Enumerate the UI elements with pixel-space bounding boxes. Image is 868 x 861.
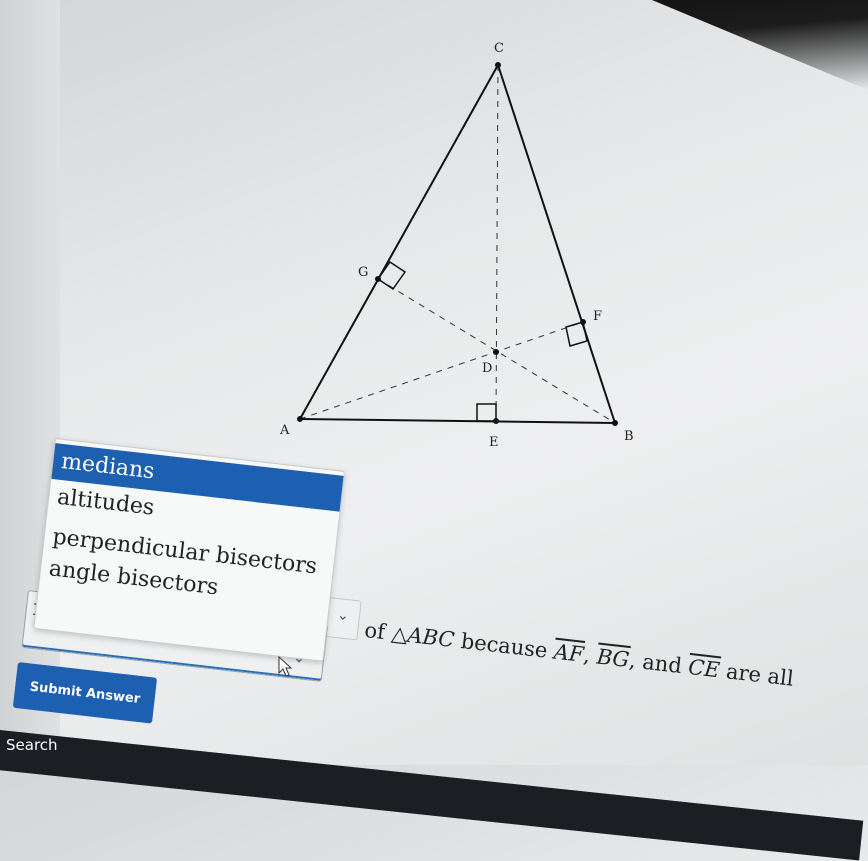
point-b [612, 420, 618, 426]
mouse-cursor-icon [278, 656, 293, 677]
point-c [495, 62, 501, 68]
point-e [493, 418, 499, 424]
label-d: D [482, 361, 492, 376]
taskbar-search[interactable]: Search [6, 736, 58, 754]
label-g: G [358, 265, 368, 280]
altitude-ce [495, 64, 499, 422]
label-a: A [279, 423, 290, 438]
dropdown-menu: medians altitudes perpendicular bisector… [33, 438, 346, 662]
segment-af: AF [552, 639, 585, 667]
label-f: F [593, 309, 602, 324]
label-b: B [624, 429, 634, 444]
segment-bg: BG [595, 644, 631, 672]
point-f [580, 319, 586, 325]
text-of: of [363, 618, 387, 645]
side-ab [299, 418, 616, 424]
label-c: C [494, 41, 504, 56]
point-a [297, 416, 303, 422]
side-cb [497, 64, 616, 424]
point-d [493, 349, 499, 355]
comma-1: , [582, 642, 592, 668]
right-angle-g [376, 260, 407, 291]
point-g [375, 276, 381, 282]
altitude-af [299, 321, 584, 420]
chevron-down-icon: ⌄ [336, 607, 350, 625]
segment-ce: CE [687, 654, 721, 683]
right-angle-f [565, 321, 588, 347]
right-angle-e [476, 403, 497, 422]
side-ac [299, 64, 499, 420]
label-e: E [489, 435, 499, 450]
